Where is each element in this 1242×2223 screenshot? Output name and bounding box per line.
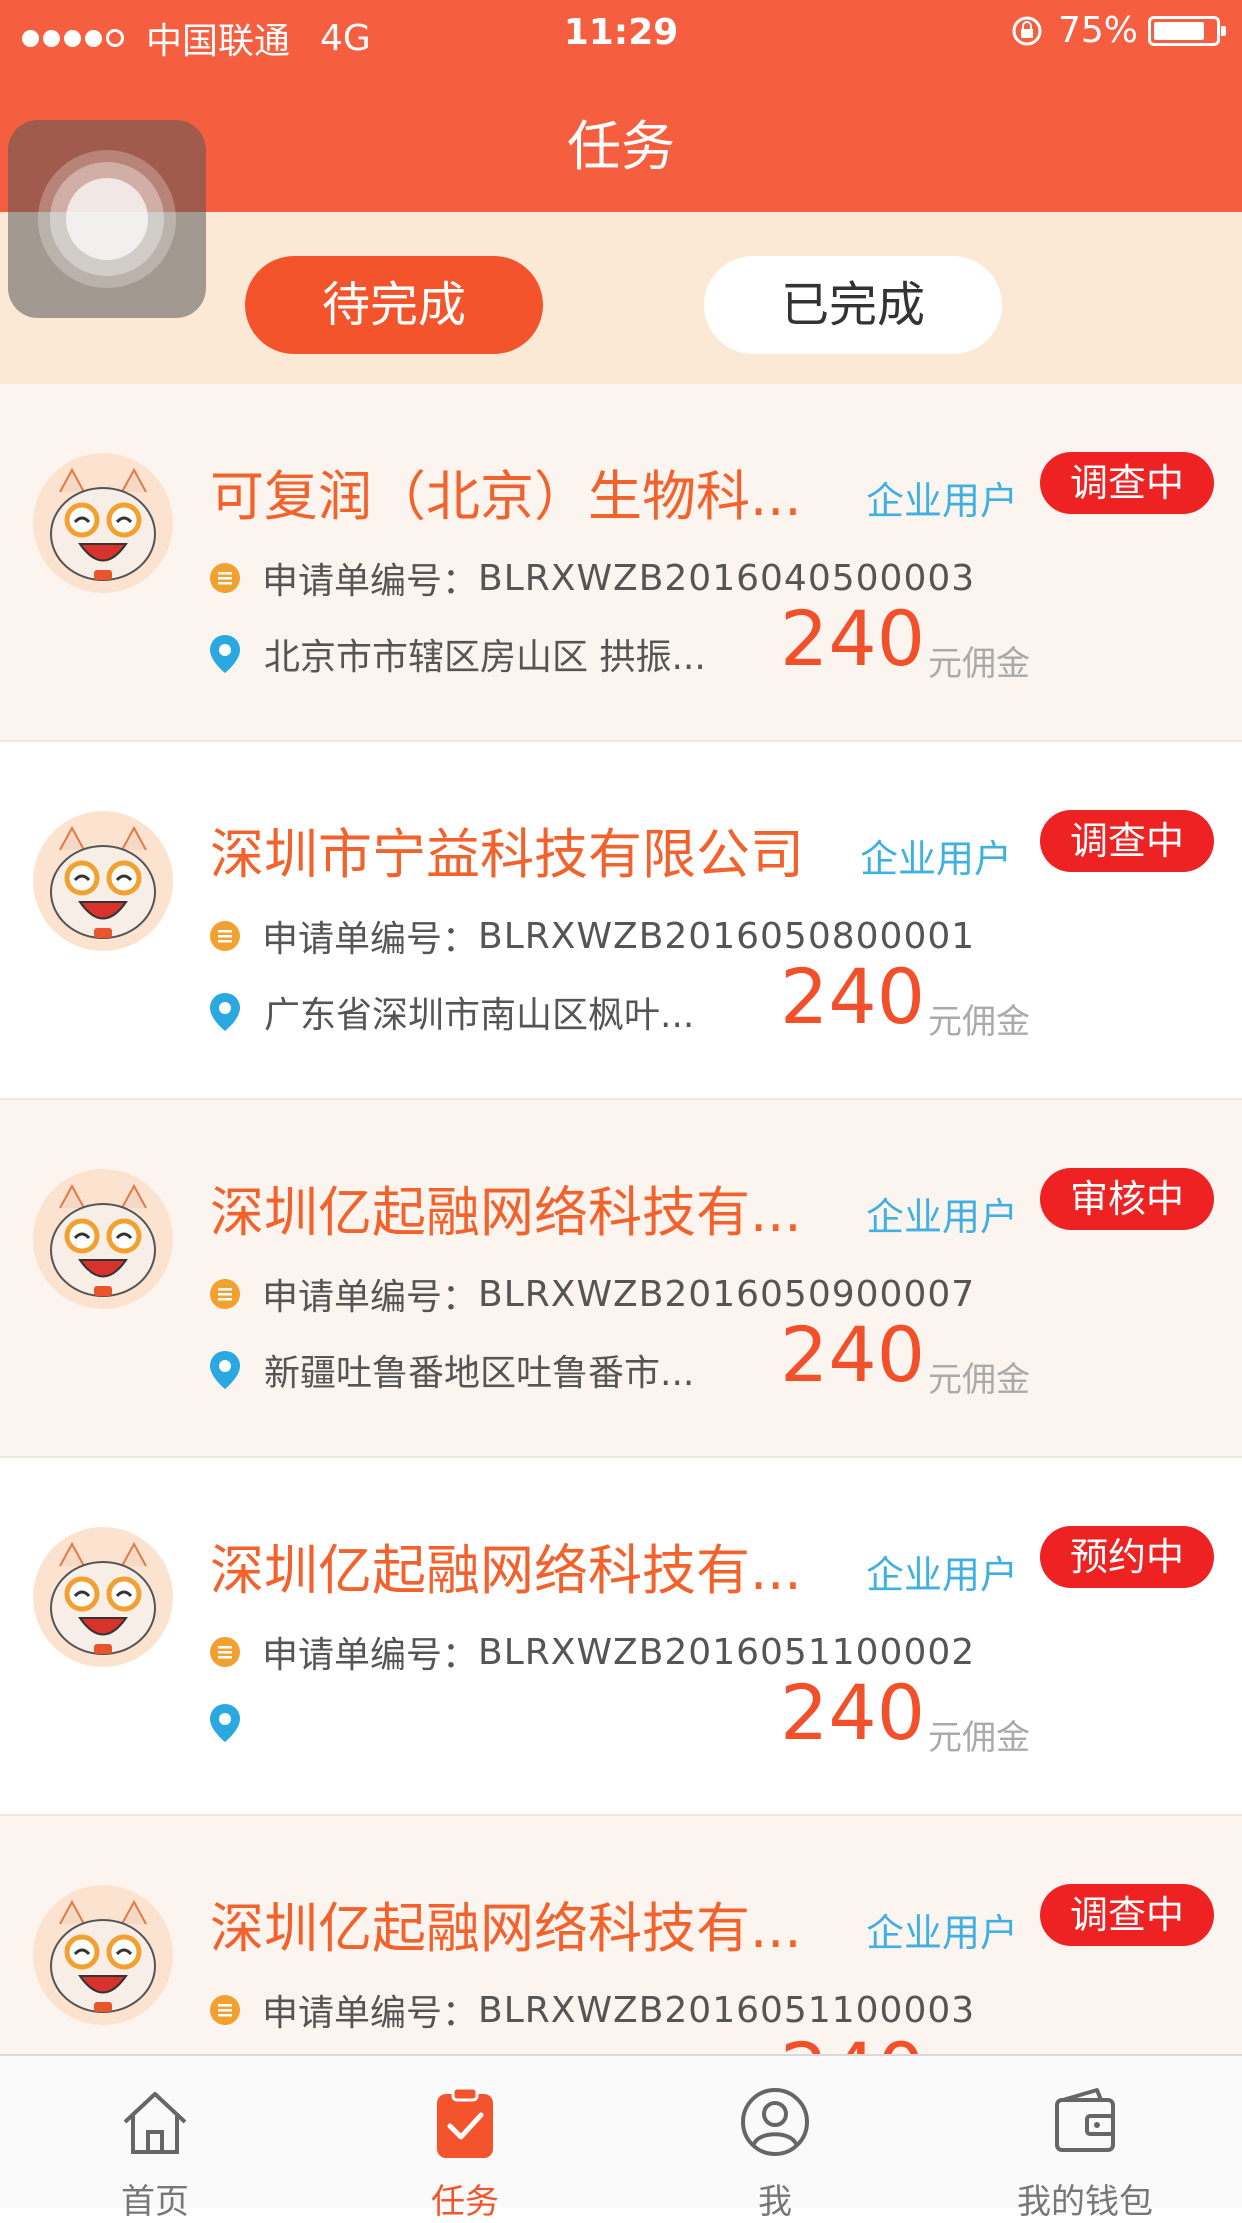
clipboard-check-icon [437,2086,493,2158]
tab-pending[interactable]: 待完成 [245,256,543,354]
company-name: 可复润（北京）生物科... [210,465,802,528]
battery-icon [1148,15,1226,46]
cat-avatar-icon [33,1169,173,1309]
cat-avatar-icon [33,1527,173,1667]
order-number-value: BLRXWZB2016050900007 [478,1273,976,1315]
rotation-lock-icon [1012,16,1042,45]
commission-unit: 元佣金 [928,1360,1030,1400]
location-pin-icon [210,993,240,1031]
tab-wallet-label: 我的钱包 [1017,2182,1153,2222]
carrier-label: 中国联通 [146,21,291,62]
status-bar: 中国联通 4G 11:29 75% [0,0,1242,66]
list-icon [210,1279,240,1309]
commission-amount: 240 [780,952,926,1041]
signal-icon [22,29,128,47]
address-row: 新疆吐鲁番地区吐鲁番市... [208,1344,694,1396]
status-badge: 调查中 [1040,452,1214,514]
task-card[interactable]: 深圳亿起融网络科技有... 企业用户 审核中申请单编号： BLRXWZB2016050… [0,1100,1242,1458]
status-badge: 审核中 [1040,1168,1214,1230]
tab-tasks-label: 任务 [431,2182,499,2222]
status-badge: 调查中 [1040,1884,1214,1946]
tab-tasks[interactable]: 任务 [310,2056,620,2222]
home-icon [123,2092,187,2154]
location-pin-icon [210,1704,240,1742]
wallet-icon [1055,2088,1115,2152]
cat-avatar-icon [33,1885,173,2025]
company-name: 深圳市宁益科技有限公司 [210,823,804,886]
address-text: 北京市市辖区房山区 拱振... [264,637,706,678]
address-text: 新疆吐鲁番地区吐鲁番市... [264,1353,695,1394]
order-number-value: BLRXWZB2016051100002 [478,1631,976,1673]
list-icon [210,1637,240,1667]
task-card[interactable]: 可复润（北京）生物科... 企业用户 调查中申请单编号： BLRXWZB2016040… [0,384,1242,742]
task-card[interactable]: 深圳亿起融网络科技有... 企业用户 预约中申请单编号： BLRXWZB2016051… [0,1458,1242,1816]
status-badge: 预约中 [1040,1526,1214,1588]
cat-avatar-icon [33,811,173,951]
tab-me-label: 我 [758,2182,792,2222]
order-number-label: 申请单编号： [262,919,479,960]
user-type-label: 企业用户 [866,1195,1019,1239]
order-number-value: BLRXWZB2016040500003 [478,557,976,599]
company-name: 深圳亿起融网络科技有... [210,1897,802,1960]
cat-avatar-icon [33,453,173,593]
company-name: 深圳亿起融网络科技有... [210,1539,802,1602]
task-list[interactable]: 可复润（北京）生物科... 企业用户 调查中 申请单编号： BLRXWZB2016040… [0,384,1242,2054]
task-card[interactable]: 深圳市宁益科技有限公司 企业用户 调查中申请单编号： BLRXWZB201605080… [0,742,1242,1100]
commission-unit: 元佣金 [928,644,1030,684]
order-number-value: BLRXWZB2016051100003 [478,1989,976,2031]
tab-wallet[interactable]: 我的钱包 [930,2056,1240,2222]
user-icon [741,2088,809,2156]
user-type-label: 企业用户 [866,479,1019,523]
tab-me[interactable]: 我 [620,2056,930,2222]
list-icon [210,921,240,951]
commission-amount: 240 [780,1310,926,1399]
status-badge: 调查中 [1040,810,1214,872]
tab-completed[interactable]: 已完成 [704,256,1002,354]
tab-home-label: 首页 [121,2182,189,2222]
address-row: 北京市市辖区房山区 拱振... [208,628,706,680]
order-number-label: 申请单编号： [262,561,479,602]
address-row: 广东省深圳市南山区枫叶... [208,986,694,1038]
user-type-label: 企业用户 [860,837,1013,881]
assistive-touch-button[interactable] [8,120,206,318]
commission-amount: 240 [780,1668,926,1757]
tab-bar: 首页 任务 我 我的钱包 [0,2054,1242,2222]
user-type-label: 企业用户 [866,1911,1019,1955]
address-text: 广东省深圳市南山区枫叶... [264,995,695,1036]
location-pin-icon [210,635,240,673]
commission-unit: 元佣金 [928,1718,1030,1758]
task-card[interactable]: 深圳亿起融网络科技有... 企业用户 调查中申请单编号： BLRXWZB2016051… [0,1816,1242,2054]
tab-home[interactable]: 首页 [0,2056,310,2222]
commission-unit: 元佣金 [928,1002,1030,1042]
order-number-label: 申请单编号： [262,1993,479,2034]
list-icon [210,563,240,593]
location-pin-icon [210,1351,240,1389]
address-row [208,1702,264,1744]
order-number-value: BLRXWZB2016050800001 [478,915,976,957]
commission-amount: 240 [780,2026,925,2054]
commission-amount: 240 [780,594,926,683]
list-icon [210,1995,240,2025]
order-number-label: 申请单编号： [262,1635,479,1676]
battery-percent: 75% [1057,10,1138,51]
company-name: 深圳亿起融网络科技有... [210,1181,802,1244]
order-number-label: 申请单编号： [262,1277,479,1318]
network-label: 4G [320,17,371,59]
user-type-label: 企业用户 [866,1553,1019,1597]
